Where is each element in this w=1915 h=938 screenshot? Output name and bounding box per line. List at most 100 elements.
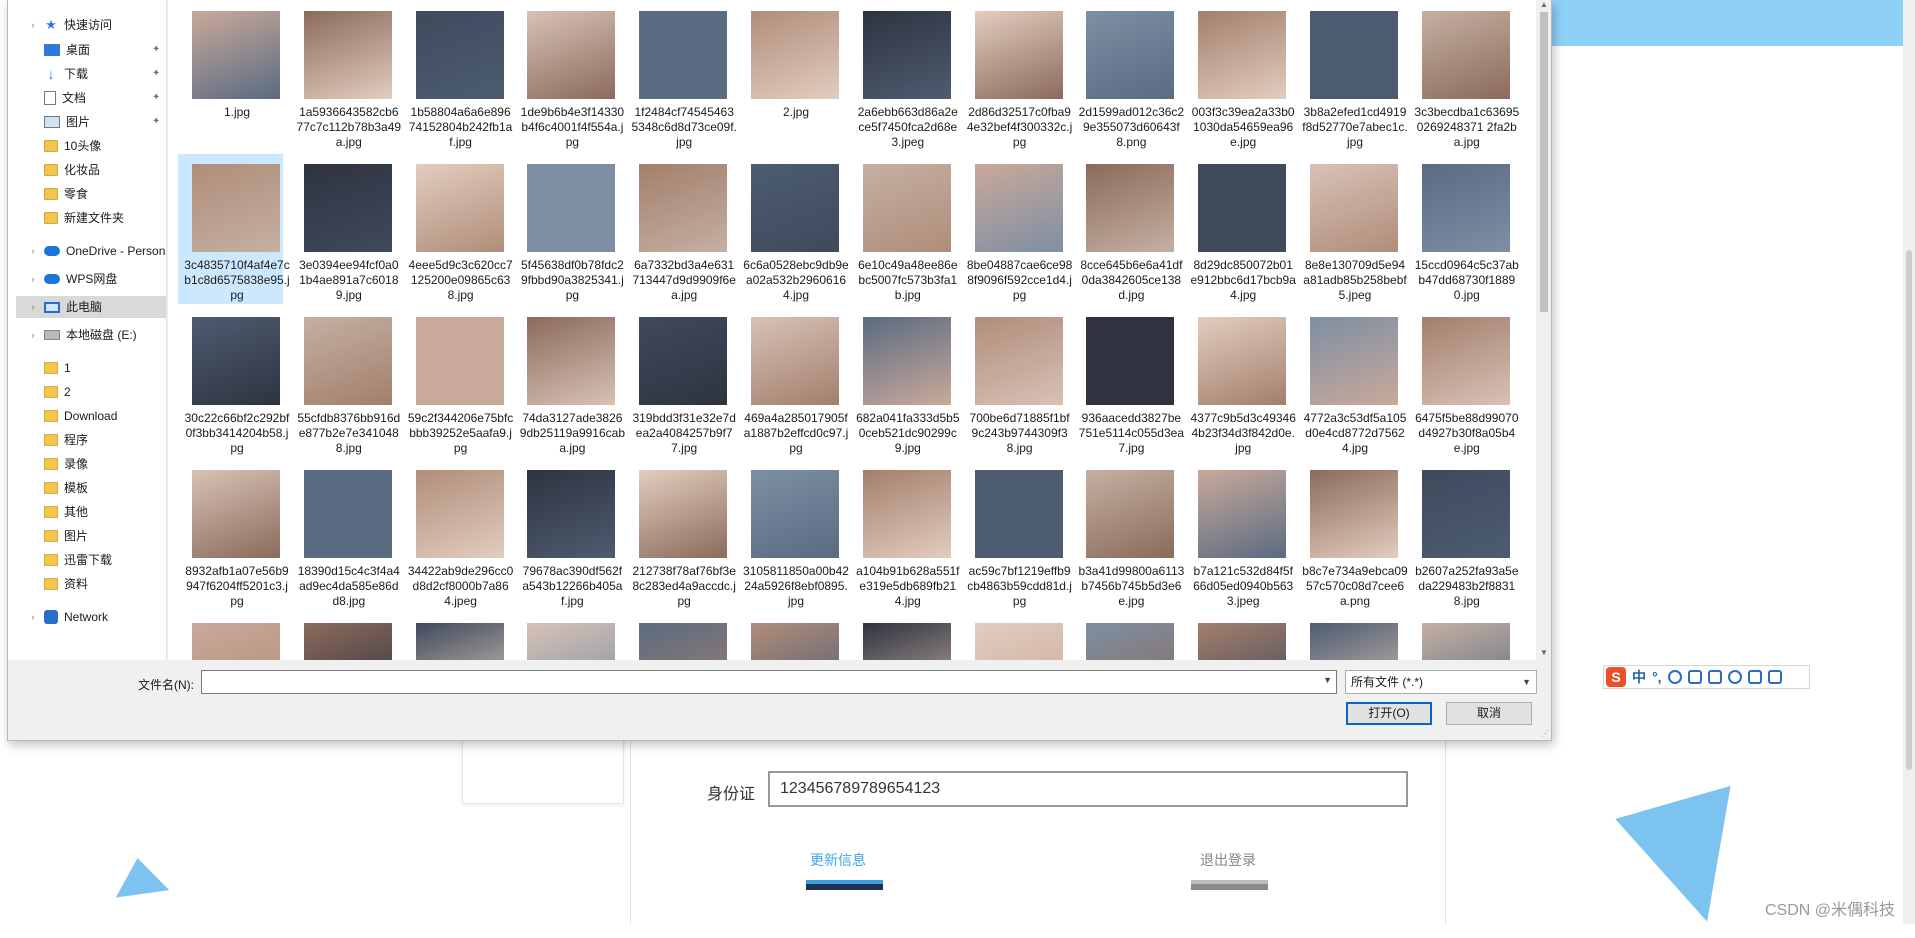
chevron-right-icon[interactable]: ›	[28, 14, 38, 36]
page-scrollbar[interactable]	[1903, 0, 1915, 924]
filetype-select[interactable]: 所有文件 (*.*) ▼	[1345, 670, 1537, 694]
keyboard-icon[interactable]	[1707, 670, 1722, 684]
chevron-down-icon[interactable]: ▼	[1522, 671, 1531, 693]
file-tile[interactable]: 3c3becdba1c636950269248371 2fa2ba.jpg	[1408, 1, 1519, 151]
chevron-down-icon[interactable]: ▼	[1323, 675, 1332, 685]
file-tile[interactable]: 8d29dc850072b01e912bbc6d17bcb9a4.jpg	[1184, 154, 1296, 304]
file-tile[interactable]: 2a6ebb663d86a2ece5f7450fca2d68e3.jpeg	[849, 1, 958, 151]
nav-item[interactable]: 程序	[38, 429, 88, 451]
ime-language-toggle[interactable]: 中	[1632, 667, 1646, 687]
file-tile[interactable]: 74da3127ade38269db25119a9916caba.jpg	[513, 307, 625, 457]
file-tile[interactable]	[1072, 613, 1177, 660]
toolbox-icon[interactable]	[1767, 670, 1782, 684]
file-tile[interactable]: 18390d15c4c3f4a4ad9ec4da585e86dd8.jpg	[290, 460, 400, 610]
file-tile[interactable]: 4377c9b5d3c493464b23f34d3f842d0e.jpg	[1184, 307, 1296, 457]
file-tile[interactable]: ac59c7bf1219effb9cb4863b59cdd81d.jpg	[961, 460, 1072, 610]
file-tile[interactable]	[1408, 613, 1513, 660]
resize-grip-icon[interactable]: ⋰	[1541, 729, 1549, 738]
nav-item[interactable]: 1	[38, 357, 71, 379]
file-tile[interactable]	[1184, 613, 1289, 660]
file-tile[interactable]: 3b8a2efed1cd4919f8d52770e7abec1c.jpg	[1296, 1, 1408, 151]
nav-item[interactable]: 迅雷下载	[38, 549, 112, 571]
file-tile[interactable]	[1296, 613, 1401, 660]
file-tile[interactable]: a104b91b628a551fe319e5db689fb214.jpg	[849, 460, 960, 610]
chevron-right-icon[interactable]: ›	[28, 240, 38, 262]
skin-icon[interactable]	[1747, 670, 1762, 684]
nav-item[interactable]: › 本地磁盘 (E:)	[22, 324, 137, 346]
chevron-right-icon[interactable]: ›	[28, 606, 38, 628]
file-tile[interactable]: 2d86d32517c0fba94e32bef4f300332c.jpg	[961, 1, 1072, 151]
file-tile[interactable]: 8cce645b6e6a41df0da3842605ce138d.jpg	[1072, 154, 1182, 304]
nav-item[interactable]: › 此电脑	[16, 296, 166, 318]
file-tile[interactable]	[961, 613, 1066, 660]
file-tile[interactable]: 55cfdb8376bb916de877b2e7e3410488.jpg	[290, 307, 400, 457]
file-tile[interactable]: 1a5936643582cb677c7c112b78b3a49a.jpg	[290, 1, 401, 151]
user-icon[interactable]	[1727, 670, 1742, 684]
ime-punctuation-toggle[interactable]: °,	[1652, 669, 1662, 685]
logout-button[interactable]: 退出登录	[1200, 850, 1256, 870]
update-info-button[interactable]: 更新信息	[810, 850, 866, 870]
nav-item[interactable]: 其他	[38, 501, 88, 523]
chevron-right-icon[interactable]: ›	[28, 268, 38, 290]
file-tile[interactable]: 936aacedd3827be751e5114c055d3ea7.jpg	[1072, 307, 1184, 457]
page-scrollbar-thumb[interactable]	[1906, 250, 1912, 770]
file-tile[interactable]: 682a041fa333d5b50ceb521dc90299c9.jpg	[849, 307, 960, 457]
file-tile[interactable]: 30c22c66bf2c292bf0f3bb3414204b58.jpg	[178, 307, 289, 457]
file-tile[interactable]	[737, 613, 842, 660]
file-tile[interactable]: 4772a3c53df5a105d0e4cd8772d75624.jpg	[1296, 307, 1406, 457]
microphone-icon[interactable]	[1687, 670, 1702, 684]
nav-item[interactable]: 新建文件夹	[38, 207, 124, 229]
file-tile[interactable]: 8932afb1a07e56b9947f6204ff5201c3.jpg	[178, 460, 289, 610]
file-tile[interactable]: 59c2f344206e75bfcbbb39252e5aafa9.jpg	[402, 307, 513, 457]
nav-item[interactable]: Download	[38, 405, 117, 427]
file-tile[interactable]: 8e8e130709d5e94a81adb85b258bebf5.jpeg	[1296, 154, 1407, 304]
file-tile[interactable]: 6c6a0528ebc9db9ea02a532b29606164.jpg	[737, 154, 849, 304]
file-tile[interactable]: 34422ab9de296cc0d8d2cf8000b7a864.jpeg	[402, 460, 513, 610]
file-tile[interactable]: 1b58804a6a6e89674152804b242fb1af.jpg	[402, 1, 512, 151]
file-tile[interactable]	[849, 613, 954, 660]
file-tile[interactable]: 6e10c49a48ee86ebc5007fc573b3fa1b.jpg	[849, 154, 958, 304]
file-tile[interactable]: b8c7e734a9ebca0957c570c08d7cee6a.png	[1296, 460, 1408, 610]
nav-item[interactable]: 零食	[38, 183, 88, 205]
file-tile[interactable]: 5f45638df0b78fdc29fbbd90a3825341.jpg	[513, 154, 624, 304]
nav-item[interactable]: ↓ 下载	[38, 63, 89, 85]
file-tile[interactable]: 1.jpg	[178, 1, 283, 151]
file-tile[interactable]	[178, 613, 283, 660]
nav-item[interactable]: 10头像	[38, 135, 101, 157]
file-tile[interactable]: b3a41d99800a6113b7456b745b5d3e6e.jpg	[1072, 460, 1184, 610]
nav-item[interactable]: 桌面	[38, 39, 90, 61]
cancel-button[interactable]: 取消	[1446, 702, 1532, 725]
file-tile[interactable]: 79678ac390df562fa543b12266b405af.jpg	[513, 460, 622, 610]
chevron-right-icon[interactable]: ›	[28, 296, 38, 318]
file-tile[interactable]: 212738f78af76bf3e8c283ed4a9accdc.jpg	[625, 460, 736, 610]
file-tile[interactable]: b2607a252fa93a5eda229483b2f88318.jpg	[1408, 460, 1519, 610]
file-tile[interactable]: 6a7332bd3a4e631713447d9d9909f6ea.jpg	[625, 154, 736, 304]
file-tile[interactable]: 1de9b6b4e3f14330b4f6c4001f4f554a.jpg	[513, 1, 624, 151]
nav-item[interactable]: › ★ 快速访问	[22, 14, 113, 36]
nav-item[interactable]: 化妆品	[38, 159, 100, 181]
nav-item[interactable]: › OneDrive - Persona	[22, 240, 167, 262]
file-tile[interactable]: 15ccd0964c5c37abb47dd68730f18890.jpg	[1408, 154, 1519, 304]
nav-item[interactable]: 文档	[38, 87, 86, 109]
scrollbar-thumb[interactable]	[1540, 12, 1548, 312]
file-tile[interactable]: 2d1599ad012c36c29e355073d60643f8.png	[1072, 1, 1184, 151]
filename-input[interactable]: ▼	[201, 670, 1337, 694]
file-tile[interactable]: 003f3c39ea2a33b01030da54659ea96e.jpg	[1184, 1, 1295, 151]
file-list-scrollbar[interactable]: ▲ ▼	[1538, 0, 1550, 660]
file-tile[interactable]	[625, 613, 730, 660]
scroll-up-icon[interactable]: ▲	[1540, 0, 1548, 9]
file-tile[interactable]: 2.jpg	[737, 1, 842, 151]
nav-item[interactable]: 模板	[38, 477, 88, 499]
file-tile[interactable]: 469a4a285017905fa1887b2effcd0c97.jpg	[737, 307, 848, 457]
nav-item[interactable]: 2	[38, 381, 71, 403]
id-card-input[interactable]: 123456789789654123	[768, 771, 1408, 807]
nav-item[interactable]: 资料	[38, 573, 88, 595]
emoji-icon[interactable]	[1667, 670, 1682, 684]
file-tile[interactable]: b7a121c532d84f5f66d05ed0940b5633.jpeg	[1184, 460, 1293, 610]
file-tile[interactable]	[513, 613, 618, 660]
file-tile[interactable]: 8be04887cae6ce988f9096f592cce1d4.jpg	[961, 154, 1072, 304]
file-tile[interactable]	[402, 613, 507, 660]
scroll-down-icon[interactable]: ▼	[1540, 648, 1548, 657]
file-tile[interactable]: 1f2484cf745454635348c6d8d73ce09f.jpg	[625, 1, 737, 151]
nav-item[interactable]: 录像	[38, 453, 88, 475]
